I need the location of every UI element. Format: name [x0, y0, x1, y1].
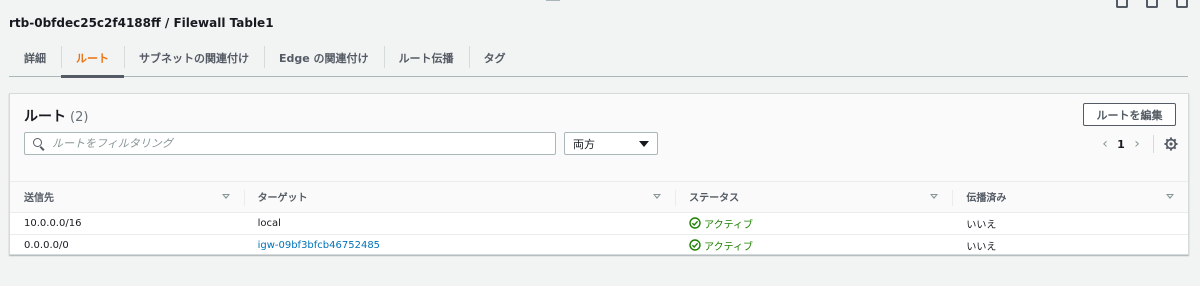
edit-routes-button[interactable]: ルートを編集 [1083, 103, 1176, 126]
status-text: アクティブ [704, 219, 754, 231]
route-filter[interactable] [24, 132, 556, 155]
cell-propagated: いいえ [952, 212, 1188, 235]
column-header-destination[interactable]: 送信先 [10, 182, 244, 213]
pagination: ‹ 1 › [1095, 133, 1178, 155]
panel-title: ルート (2) [24, 106, 88, 126]
tab-routes[interactable]: ルート [61, 40, 124, 78]
tab-tags[interactable]: タグ [468, 40, 521, 77]
panel-layout-icon-2[interactable] [1146, 0, 1158, 8]
sort-icon[interactable] [930, 194, 939, 200]
table-row: 10.0.0.0/16 local アクティブ いいえ [10, 212, 1188, 235]
tab-details[interactable]: 詳細 [9, 40, 61, 77]
chevron-left-icon[interactable]: ‹ [1095, 136, 1115, 152]
status-text: アクティブ [704, 241, 754, 253]
route-filter-input[interactable] [52, 137, 555, 150]
routes-table: 送信先 ターゲット ステータス 伝播済み 10.0.0.0/16 local ア… [10, 182, 1188, 256]
table-row: 0.0.0.0/0 igw-09bf3bfcb46752485 アクティブ いい… [10, 234, 1188, 256]
column-label: 送信先 [24, 193, 54, 205]
tab-bar: 詳細 ルート サブネットの関連付け Edge の関連付け ルート伝播 タグ [9, 40, 1188, 78]
column-header-status[interactable]: ステータス [675, 182, 953, 213]
search-icon [33, 137, 45, 151]
chevron-right-icon[interactable]: › [1127, 136, 1147, 152]
target-link[interactable]: igw-09bf3bfcb46752485 [258, 240, 380, 251]
tab-subnet-associations[interactable]: サブネットの関連付け [124, 40, 264, 77]
cell-propagated: いいえ [966, 241, 997, 253]
window-controls [1116, 0, 1188, 8]
cell-destination: 0.0.0.0/0 [24, 239, 69, 251]
tab-edge-associations[interactable]: Edge の関連付け [264, 40, 384, 77]
panel-layout-icon-1[interactable] [1116, 0, 1128, 8]
sort-icon[interactable] [1166, 194, 1174, 200]
divider [1153, 135, 1154, 153]
panel-layout-icon-3[interactable] [1176, 0, 1188, 8]
cell-target: igw-09bf3bfcb46752485 [244, 234, 676, 256]
tab-route-propagation[interactable]: ルート伝播 [383, 40, 469, 77]
window-drag-handle[interactable] [546, 0, 560, 3]
cell-status: アクティブ [675, 212, 953, 235]
page-number[interactable]: 1 [1115, 138, 1127, 151]
check-circle-icon [689, 217, 701, 229]
cell-destination: 10.0.0.0/16 [10, 212, 244, 235]
column-label: ターゲット [257, 193, 308, 205]
sort-icon[interactable] [653, 194, 662, 200]
cell-target: local [243, 212, 676, 235]
column-header-target[interactable]: ターゲット [243, 182, 676, 213]
propagation-filter-value: 両方 [573, 137, 595, 151]
propagation-filter-select[interactable]: 両方 [564, 132, 658, 155]
routes-panel: ルート (2) ルートを編集 両方 ‹ 1 › [9, 93, 1189, 255]
panel-title-text: ルート [24, 109, 66, 125]
column-header-propagated[interactable]: 伝播済み [952, 182, 1188, 213]
gear-icon[interactable] [1164, 137, 1178, 151]
check-circle-icon [689, 239, 701, 251]
column-label: 伝播済み [966, 193, 1007, 205]
table-header-row: 送信先 ターゲット ステータス 伝播済み [10, 182, 1188, 213]
caret-down-icon [639, 140, 649, 147]
route-count: (2) [70, 110, 89, 125]
page-title: rtb-0bfdec25c2f4188ff / Filewall Table1 [9, 16, 274, 30]
column-label: ステータス [689, 193, 740, 205]
sort-icon[interactable] [221, 194, 230, 200]
routes-panel-header: ルート (2) ルートを編集 両方 ‹ 1 › [10, 94, 1188, 182]
cell-status: アクティブ [675, 234, 952, 256]
